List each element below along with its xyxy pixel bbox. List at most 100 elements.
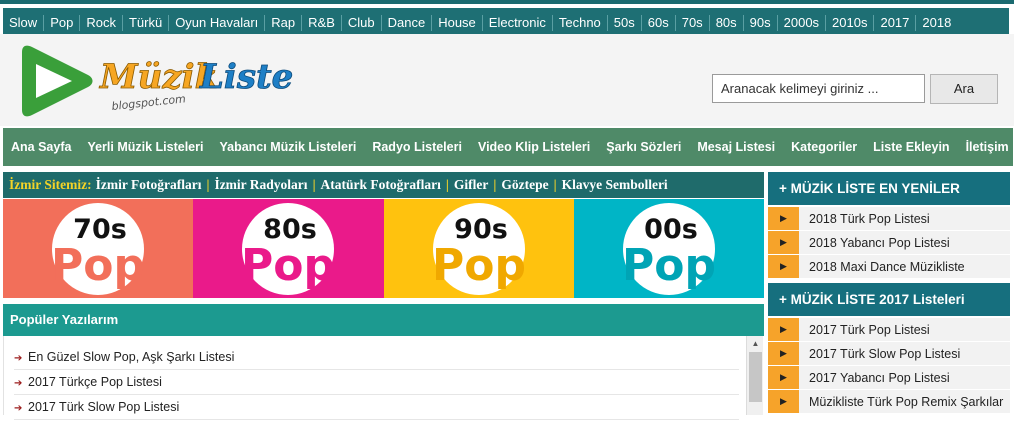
izmir-link[interactable]: Göztepe	[501, 177, 548, 193]
sidebar-list-item[interactable]: ▶ 2017 Yabancı Pop Listesi	[768, 366, 1010, 390]
izmir-links-bar: İzmir Sitemiz: İzmir Fotoğrafları | İzmir …	[3, 172, 764, 198]
popular-post-title: 2017 Türk Slow Pop Listesi	[28, 400, 180, 414]
decade-tile[interactable]: 70s Pop	[3, 199, 194, 298]
genre-link[interactable]: Club	[342, 15, 382, 31]
genre-label: Pop	[241, 240, 335, 291]
genre-link[interactable]: 2010s	[826, 15, 875, 31]
separator: |	[553, 177, 557, 192]
sidebar-item-label: 2018 Türk Pop Listesi	[809, 212, 930, 226]
nav-item[interactable]: Video Klip Listeleri	[470, 140, 598, 154]
genre-link[interactable]: Techno	[553, 15, 608, 31]
sidebar-item-label: 2017 Türk Slow Pop Listesi	[809, 347, 961, 361]
decade-badge-icon: 00sPop	[622, 203, 716, 295]
search-input[interactable]: Aranacak kelimeyi giriniz ...	[712, 74, 925, 103]
scroll-up-arrow-icon[interactable]: ▲	[747, 338, 764, 350]
izmir-link[interactable]: Atatürk Fotoğrafları	[321, 177, 441, 193]
popular-post-title: 2017 Türkçe Pop Listesi	[28, 375, 162, 389]
play-arrow-icon: ▶	[768, 366, 799, 389]
popular-posts-title: Popüler Yazılarım	[3, 304, 764, 336]
logo-word2: Liste	[199, 57, 293, 97]
decade-tile[interactable]: 00s Pop	[573, 199, 764, 298]
genre-link[interactable]: Pop	[44, 15, 81, 31]
nav-item[interactable]: Yabancı Müzik Listeleri	[211, 140, 364, 154]
nav-item[interactable]: Radyo Listeleri	[364, 140, 470, 154]
genre-label: Pop	[432, 240, 526, 291]
nav-item[interactable]: Kategoriler	[783, 140, 865, 154]
scroll-thumb[interactable]	[749, 352, 762, 402]
izmir-label: İzmir Sitemiz:	[9, 177, 92, 192]
header: Müzik Liste blogspot.com Aranacak kelime…	[0, 34, 1014, 126]
genre-link[interactable]: 2017	[874, 15, 917, 31]
izmir-link[interactable]: İzmir Fotoğrafları	[96, 177, 202, 193]
decade-badge-icon: 70sPop	[51, 203, 145, 295]
decade-tile[interactable]: 90s Pop	[383, 199, 574, 298]
arrow-icon: ➔	[14, 353, 23, 364]
izmir-link[interactable]: Gifler	[454, 177, 488, 193]
sidebar-item-label: 2018 Yabancı Pop Listesi	[809, 236, 950, 250]
genre-link[interactable]: 70s	[676, 15, 710, 31]
popular-posts-list: ➔ En Güzel Slow Pop, Aşk Şarkı Listesi ➔ 20…	[3, 336, 764, 420]
decade-badge-icon: 80sPop	[241, 203, 335, 295]
genre-link[interactable]: Rap	[265, 15, 303, 31]
decade-tiles: 70s Pop 80s Pop 90s Pop 00s Pop	[3, 199, 764, 298]
popular-post-link[interactable]: ➔ 2017 Türk Slow Pop Listesi	[14, 395, 739, 420]
separator: |	[206, 177, 210, 192]
nav-item[interactable]: Liste Ekleyin	[865, 140, 957, 154]
popular-post-link[interactable]: ➔ 2017 Türkçe Pop Listesi	[14, 370, 739, 395]
genre-link[interactable]: 2018	[916, 15, 957, 31]
arrow-icon: ➔	[14, 378, 23, 389]
izmir-link[interactable]: Klavye Sembolleri	[562, 177, 668, 193]
main-nav: Ana Sayfa Yerli Müzik Listeleri Yabancı Mü…	[3, 128, 1013, 166]
decade-tile[interactable]: 80s Pop	[193, 199, 384, 298]
genre-link[interactable]: Türkü	[123, 15, 170, 31]
genre-link[interactable]: 60s	[642, 15, 676, 31]
genre-link[interactable]: 2000s	[778, 15, 827, 31]
genre-link[interactable]: 90s	[744, 15, 778, 31]
sidebar-item-label: 2017 Türk Pop Listesi	[809, 323, 930, 337]
sidebar-list-item[interactable]: ▶ 2017 Türk Slow Pop Listesi	[768, 342, 1010, 366]
play-arrow-icon: ▶	[768, 342, 799, 365]
popular-post-link[interactable]: ➔ En Güzel Slow Pop, Aşk Şarkı Listesi	[14, 345, 739, 370]
genre-label: Pop	[51, 240, 145, 291]
sidebar-list-item[interactable]: ▶ 2017 Türk Pop Listesi	[768, 318, 1010, 342]
sidebar-list-item[interactable]: ▶ 2018 Türk Pop Listesi	[768, 207, 1010, 231]
genre-link[interactable]: 80s	[710, 15, 744, 31]
genre-link[interactable]: Slow	[3, 15, 45, 31]
sidebar-item-label: 2018 Maxi Dance Müzikliste	[809, 260, 965, 274]
genre-link[interactable]: House	[432, 15, 483, 31]
sidebar-item-label: Müzikliste Türk Pop Remix Şarkılar	[809, 395, 1004, 409]
sidebar-section1-title: + MÜZİK LİSTE EN YENİLER	[768, 172, 1010, 205]
sidebar-list-item[interactable]: ▶ 2018 Yabancı Pop Listesi	[768, 231, 1010, 255]
sidebar-item-label: 2017 Yabancı Pop Listesi	[809, 371, 950, 385]
genre-link[interactable]: Oyun Havaları	[169, 15, 266, 31]
popular-post-title: En Güzel Slow Pop, Aşk Şarkı Listesi	[28, 350, 235, 364]
sidebar-list-item[interactable]: ▶ 2018 Maxi Dance Müzikliste	[768, 255, 1010, 279]
nav-item[interactable]: Ana Sayfa	[3, 140, 79, 154]
site-logo[interactable]: Müzik Liste blogspot.com	[14, 42, 314, 122]
nav-item[interactable]: Şarkı Sözleri	[598, 140, 689, 154]
separator: |	[493, 177, 497, 192]
play-arrow-icon: ▶	[768, 318, 799, 341]
genre-link[interactable]: Dance	[382, 15, 433, 31]
nav-item[interactable]: Mesaj Listesi	[689, 140, 783, 154]
genre-link[interactable]: Electronic	[483, 15, 553, 31]
genre-label: Pop	[622, 240, 716, 291]
genre-link[interactable]: R&B	[302, 15, 342, 31]
search-button[interactable]: Ara	[930, 74, 998, 104]
genre-link[interactable]: 50s	[608, 15, 642, 31]
decade-badge-icon: 90sPop	[432, 203, 526, 295]
play-arrow-icon: ▶	[768, 231, 799, 254]
nav-item[interactable]: Yerli Müzik Listeleri	[79, 140, 211, 154]
sidebar-section2-title: + MÜZİK LİSTE 2017 Listeleri	[768, 283, 1010, 316]
popular-scrollbar[interactable]: ▲	[746, 336, 763, 415]
izmir-link[interactable]: İzmir Radyoları	[214, 177, 307, 193]
separator: |	[312, 177, 316, 192]
separator: |	[445, 177, 449, 192]
nav-item[interactable]: İletişim	[958, 140, 1014, 154]
play-arrow-icon: ▶	[768, 207, 799, 230]
sidebar-list-item[interactable]: ▶ Müzikliste Türk Pop Remix Şarkılar	[768, 390, 1010, 414]
genre-link[interactable]: Rock	[80, 15, 123, 31]
play-arrow-icon: ▶	[768, 255, 799, 278]
arrow-icon: ➔	[14, 403, 23, 414]
genre-bar: Slow Pop Rock Türkü Oyun Havaları Rap R&B Club D…	[0, 0, 1014, 38]
